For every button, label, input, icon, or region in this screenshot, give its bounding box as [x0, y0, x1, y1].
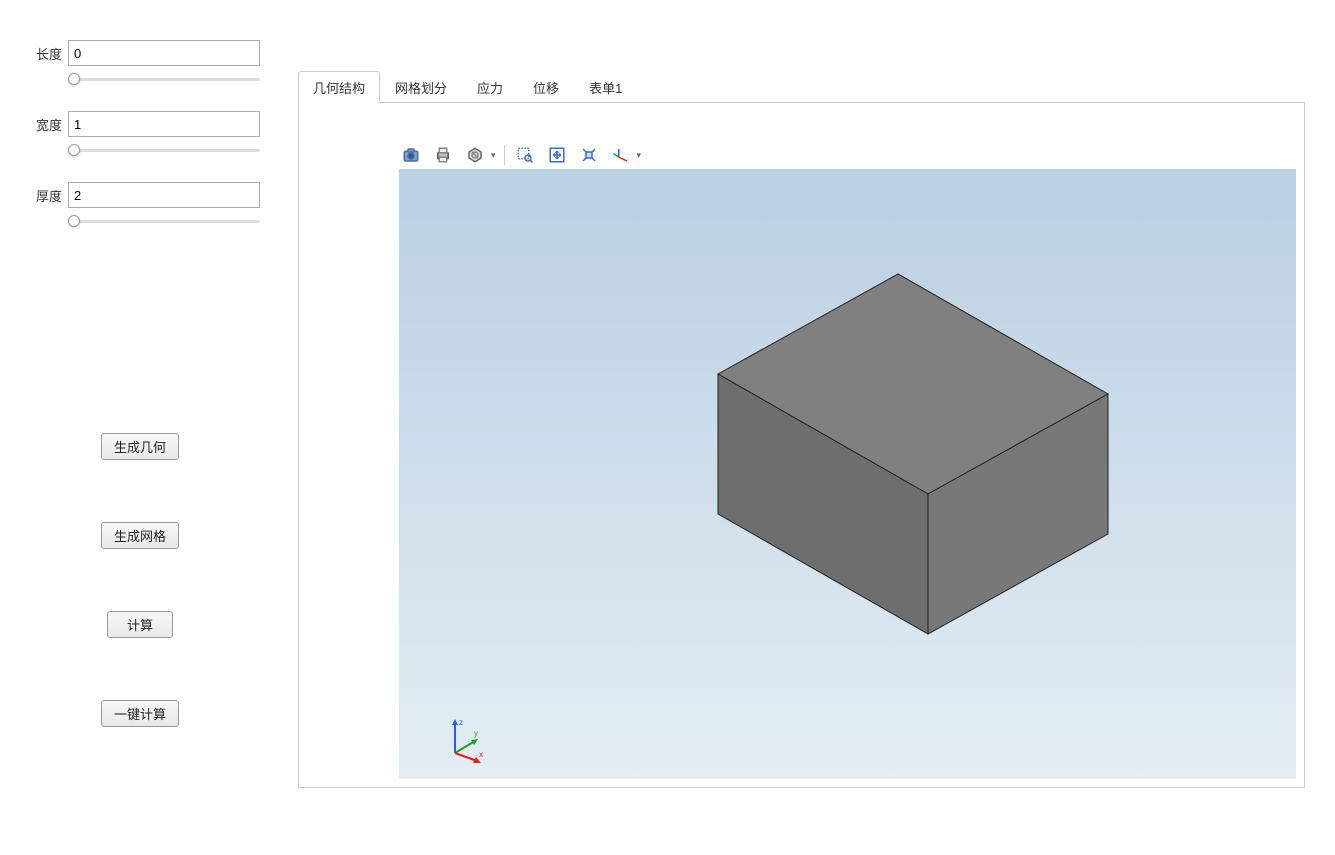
tab-stress[interactable]: 应力: [462, 71, 518, 103]
print-icon[interactable]: [431, 143, 455, 167]
hexagon-icon[interactable]: [463, 143, 487, 167]
main-area: 几何结构 网格划分 应力 位移 表单1 ▾: [280, 0, 1335, 855]
reset-view-icon[interactable]: [577, 143, 601, 167]
tab-geometry[interactable]: 几何结构: [298, 71, 380, 103]
tabbar: 几何结构 网格划分 应力 位移 表单1: [298, 70, 1305, 103]
width-slider[interactable]: [68, 143, 260, 157]
svg-text:z: z: [459, 718, 463, 727]
viewer-toolbar: ▾ ▾: [399, 143, 641, 167]
thickness-slider[interactable]: [68, 214, 260, 228]
width-label: 宽度: [20, 115, 68, 134]
generate-mesh-button[interactable]: 生成网格: [101, 522, 179, 549]
compute-button[interactable]: 计算: [107, 611, 173, 638]
tab-form1[interactable]: 表单1: [574, 71, 637, 103]
one-click-compute-button[interactable]: 一键计算: [101, 700, 179, 727]
svg-text:x: x: [479, 750, 483, 759]
toolbar-separator: [504, 145, 505, 165]
svg-text:y: y: [474, 729, 478, 738]
3d-viewport[interactable]: z y x: [399, 169, 1296, 779]
hexagon-dropdown-icon[interactable]: ▾: [491, 150, 496, 161]
thickness-row: 厚度: [20, 182, 260, 208]
geometry-box: [538, 244, 1158, 704]
zoom-box-icon[interactable]: [513, 143, 537, 167]
tab-displacement[interactable]: 位移: [518, 71, 574, 103]
tab-mesh[interactable]: 网格划分: [380, 71, 462, 103]
length-row: 长度: [20, 40, 260, 66]
axes-dropdown-icon[interactable]: ▾: [637, 150, 642, 161]
fit-extents-icon[interactable]: [545, 143, 569, 167]
length-input[interactable]: [68, 40, 260, 66]
width-row: 宽度: [20, 111, 260, 137]
axis-gizmo: z y x: [441, 715, 487, 765]
length-slider[interactable]: [68, 72, 260, 86]
camera-icon[interactable]: [399, 143, 423, 167]
axes-icon[interactable]: [609, 143, 633, 167]
width-input[interactable]: [68, 111, 260, 137]
length-label: 长度: [20, 44, 68, 63]
thickness-label: 厚度: [20, 186, 68, 205]
thickness-input[interactable]: [68, 182, 260, 208]
generate-geometry-button[interactable]: 生成几何: [101, 433, 179, 460]
tab-content: ▾ ▾: [298, 103, 1305, 788]
parameter-sidebar: 长度 宽度 厚度 生成几何 生成网格 计算 一键计算: [0, 0, 280, 855]
